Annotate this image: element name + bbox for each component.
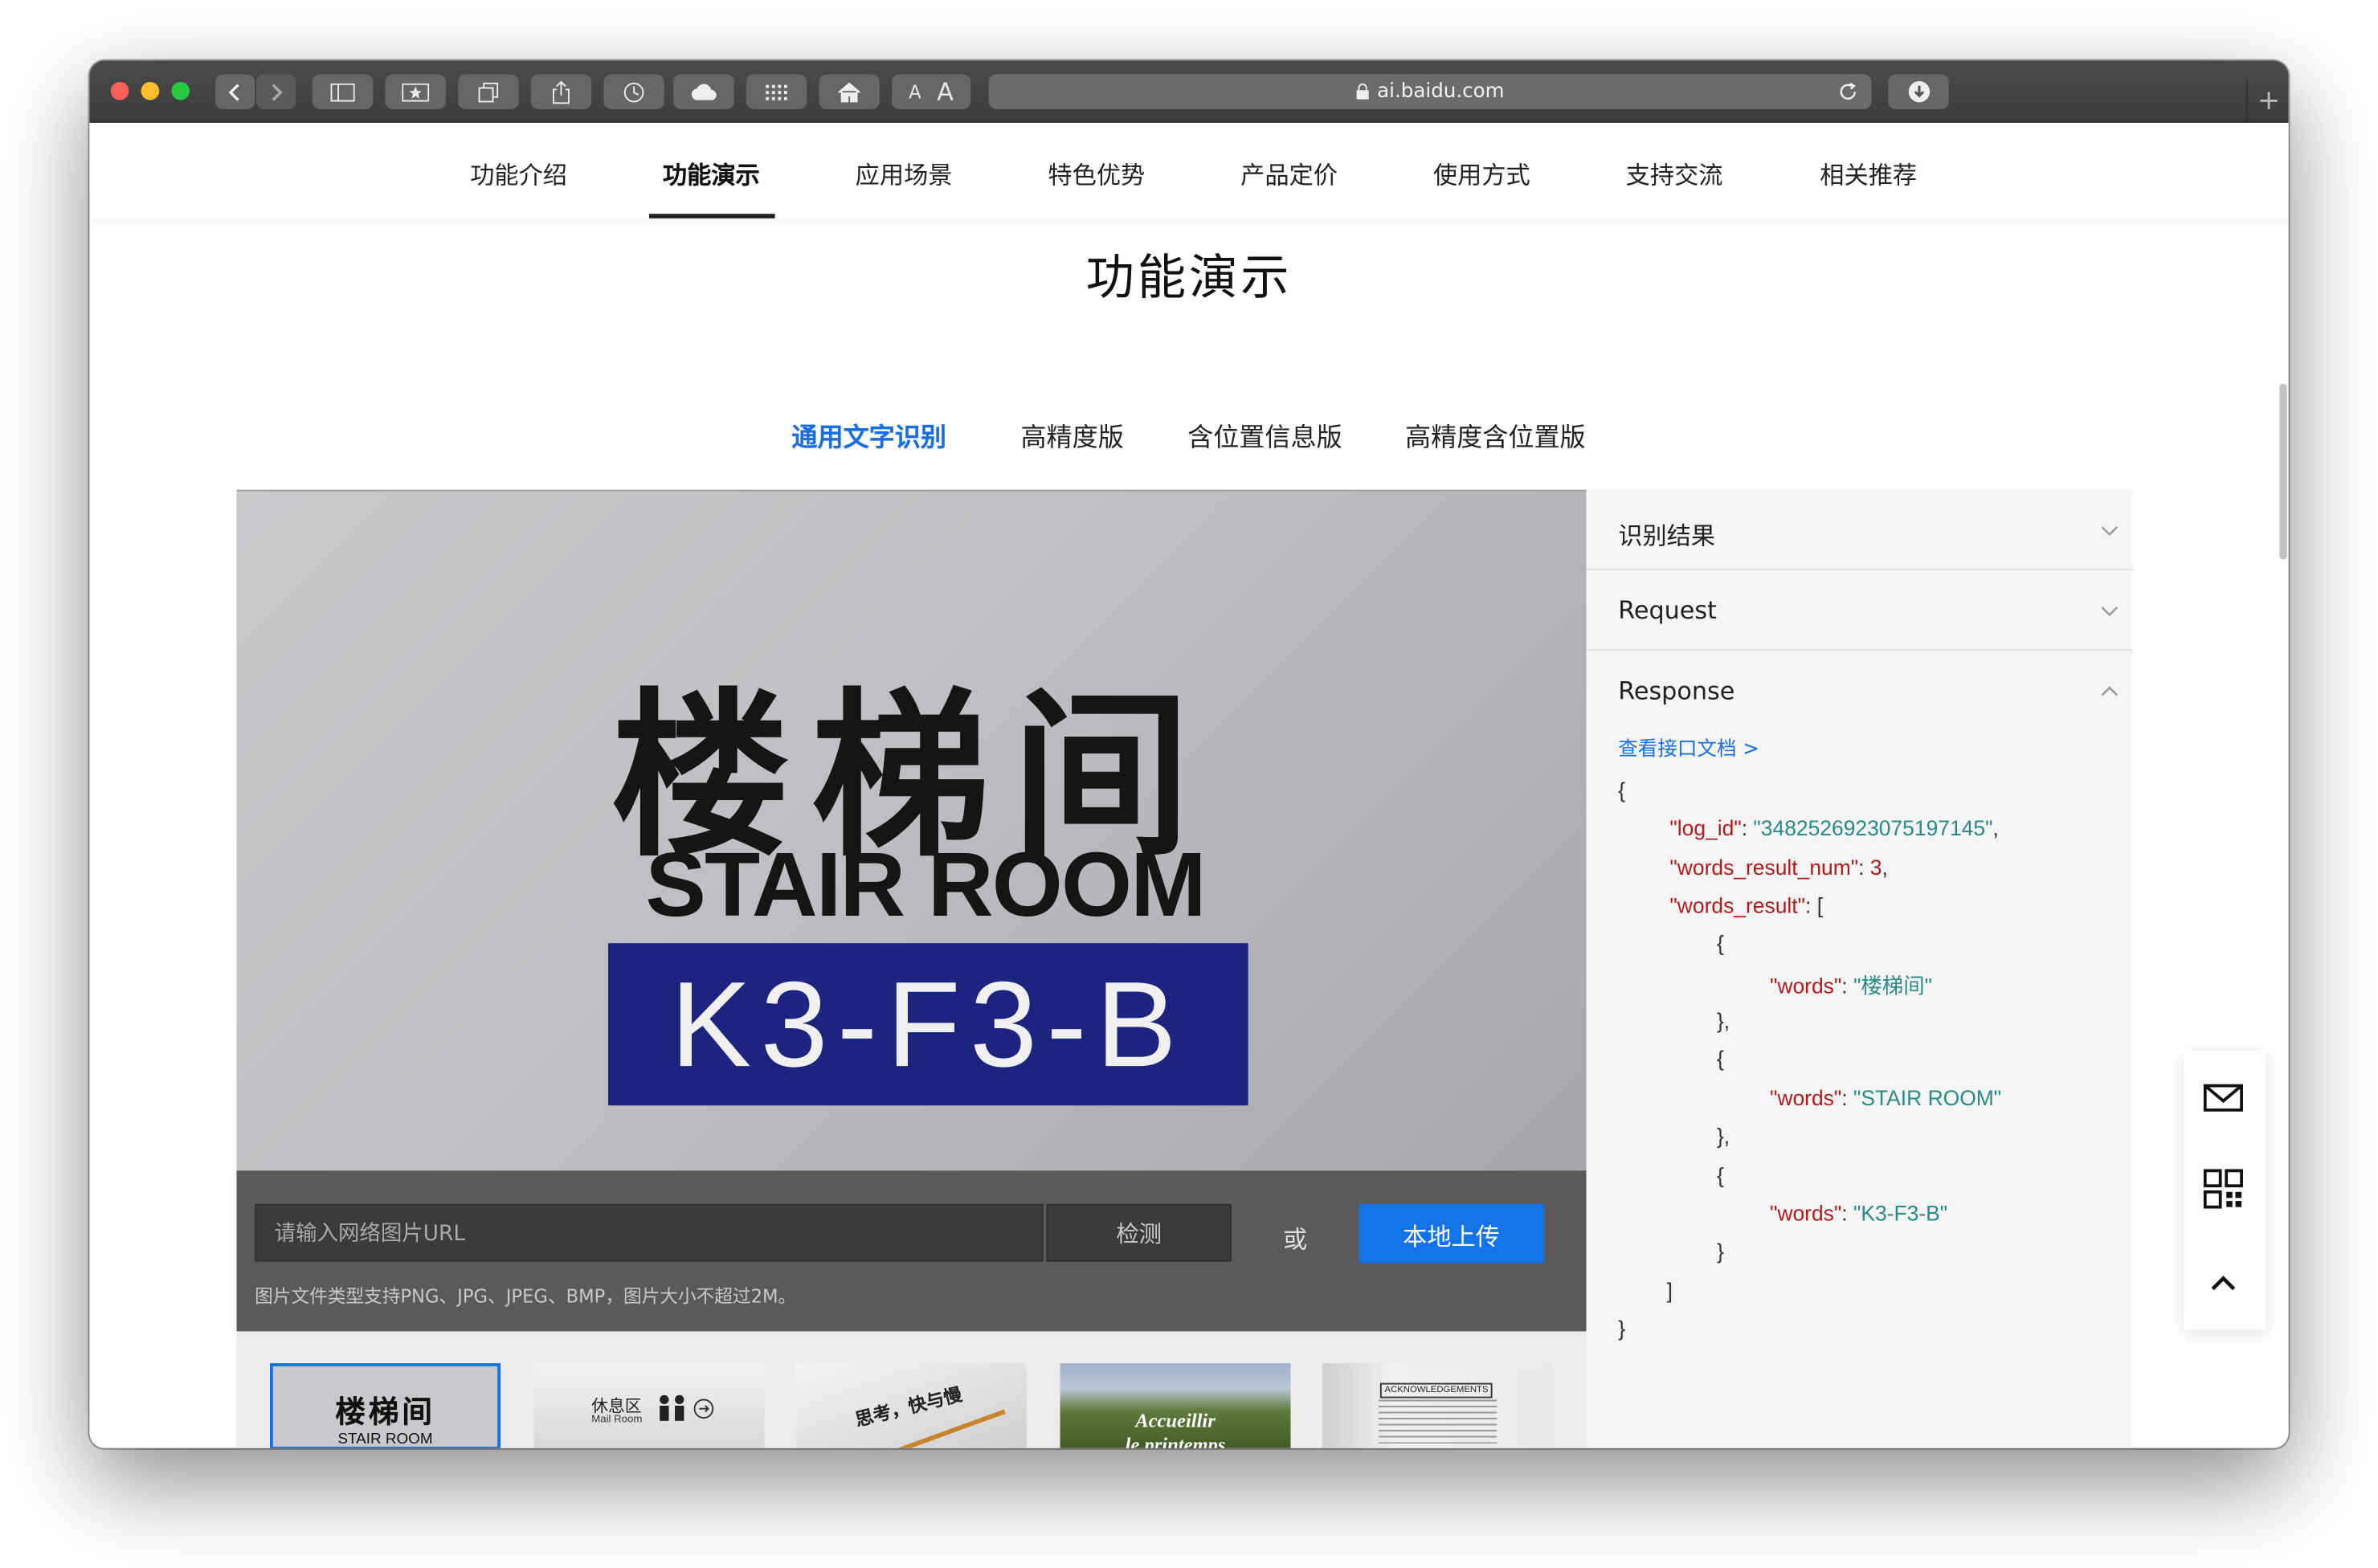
json-brace: } [1716,1239,1724,1264]
nav-item-scenarios[interactable]: 应用场景 [856,155,953,191]
detect-button[interactable]: 检测 [1046,1203,1232,1262]
nav-item-advantages[interactable]: 特色优势 [1048,155,1145,191]
nav-item-support[interactable]: 支持交流 [1626,155,1723,191]
json-brace: { [1716,1162,1724,1188]
back-to-top-icon[interactable] [2202,1262,2245,1305]
chevron-down-icon[interactable] [2099,521,2120,541]
thumbnail-line2: le printemps [1125,1432,1226,1448]
json-brace: { [1716,931,1724,956]
thumbnail-line1: 思考，快与慢 [852,1383,965,1431]
json-brace: }, [1716,1008,1730,1033]
thumbnail-line2: Mail Room [591,1415,643,1426]
tab-general-ocr[interactable]: 通用文字识别 [791,415,946,454]
tab-with-location[interactable]: 含位置信息版 [1187,415,1342,454]
json-line-log-id: "log_id": "3482526923075197145", [1669,815,1999,840]
nav-active-indicator [648,214,775,218]
thumbnail-line1: 楼梯间 [335,1393,435,1431]
accordion-request-label: Request [1618,595,1717,625]
sign-english-text: STAIR ROOM [645,834,1206,936]
or-label: 或 [1283,1225,1308,1255]
nav-item-demo[interactable]: 功能演示 [663,155,760,191]
json-brace: }, [1716,1123,1730,1149]
thumbnail-stair-room[interactable]: 楼梯间 STAIR ROOM [270,1363,501,1448]
thumbnail-line2: STAIR ROOM [337,1431,433,1448]
tab-accurate-with-location[interactable]: 高精度含位置版 [1405,415,1586,454]
local-upload-button[interactable]: 本地上传 [1359,1203,1544,1264]
qrcode-icon[interactable] [2202,1168,2245,1211]
people-sign-icon [660,1394,714,1421]
json-line-num: "words_result_num": 3, [1669,855,1888,880]
chevron-down-icon[interactable] [2099,601,2120,622]
json-open-brace: { [1618,778,1626,802]
thumbnail-rest-area[interactable]: 休息区 Mail Room [533,1363,765,1448]
json-word-3: "words": "K3-F3-B" [1770,1201,1948,1226]
thumbnail-line1: Accueillir [1135,1408,1216,1432]
upload-hint: 图片文件类型支持PNG、JPG、JPEG、BMP，图片大小不超过2M。 [255,1285,797,1308]
thumbnail-landscape[interactable]: Accueillir le printemps [1060,1363,1291,1448]
page-scrollbar[interactable] [2279,383,2287,560]
image-url-input[interactable]: 请输入网络图片URL [255,1203,1044,1262]
thumbnail-document[interactable]: ACKNOWLEDGEMENTS [1322,1363,1554,1448]
document-lines [1378,1399,1497,1446]
section-title: 功能演示 [1085,248,1293,307]
accordion-response-label[interactable]: Response [1618,676,1734,705]
nav-item-usage[interactable]: 使用方式 [1433,155,1530,191]
browser-window: A A ai.baidu.com + 功能介绍 功能演示 应用场景 特色优势 产… [89,60,2289,1448]
mail-icon[interactable] [2202,1076,2245,1119]
nav-item-related[interactable]: 相关推荐 [1820,155,1917,191]
tab-accurate[interactable]: 高精度版 [1020,415,1123,454]
json-word-1: "words": "楼梯间" [1770,973,1933,998]
api-doc-link[interactable]: 查看接口文档 > [1618,733,1759,761]
sign-code-plate: K3-F3-B [607,943,1248,1106]
chevron-up-icon[interactable] [2099,681,2120,702]
nav-item-intro[interactable]: 功能介绍 [470,155,567,191]
demo-image: 楼梯间 STAIR ROOM K3-F3-B [236,489,1587,1174]
page-viewport: 功能介绍 功能演示 应用场景 特色优势 产品定价 使用方式 支持交流 相关推荐 … [89,61,2289,1448]
accordion-result-label: 识别结果 [1618,521,1716,551]
thumbnail-line1: ACKNOWLEDGEMENTS [1379,1382,1493,1399]
json-word-2: "words": "STAIR ROOM" [1770,1085,2002,1110]
json-bracket: ] [1666,1278,1673,1303]
json-brace: { [1716,1046,1724,1071]
thumbnail-book-cover[interactable]: 思考，快与慢 [796,1363,1028,1448]
json-close-brace: } [1618,1316,1626,1341]
top-navigation [89,122,2289,218]
nav-item-pricing[interactable]: 产品定价 [1240,155,1338,191]
json-line-result: "words_result": [ [1669,892,1824,918]
